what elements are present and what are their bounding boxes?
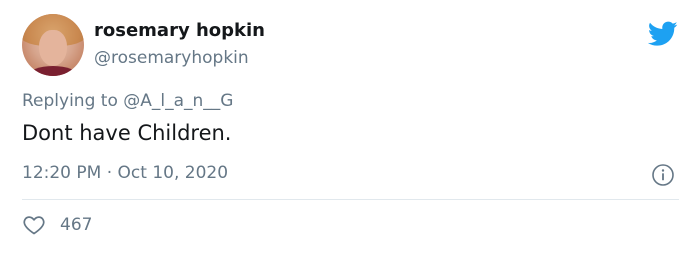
like-action[interactable]: 467 <box>22 213 92 237</box>
replying-to: Replying to @A_l_a_n__G <box>22 91 233 111</box>
replying-to-label: Replying to <box>22 91 118 111</box>
tweet-text: Dont have Children. <box>22 121 232 145</box>
tweet-timestamp[interactable]: 12:20 PM · Oct 10, 2020 <box>22 163 228 183</box>
avatar[interactable] <box>22 14 84 76</box>
heart-icon[interactable] <box>22 213 46 237</box>
twitter-bird-icon[interactable] <box>648 21 678 47</box>
tweet-date: Oct 10, 2020 <box>117 163 229 183</box>
author-name[interactable]: rosemary hopkin <box>94 20 265 41</box>
divider <box>22 199 679 200</box>
avatar-face <box>39 30 67 66</box>
like-count: 467 <box>60 215 93 235</box>
avatar-shirt <box>28 66 78 76</box>
tweet-time: 12:20 PM <box>22 163 102 183</box>
tweet-card: rosemary hopkin @rosemaryhopkin Replying… <box>0 0 700 253</box>
author-handle[interactable]: @rosemaryhopkin <box>94 48 249 68</box>
info-icon[interactable] <box>651 163 675 187</box>
reply-mention-link[interactable]: @A_l_a_n__G <box>123 91 233 111</box>
timestamp-separator: · <box>106 163 113 183</box>
